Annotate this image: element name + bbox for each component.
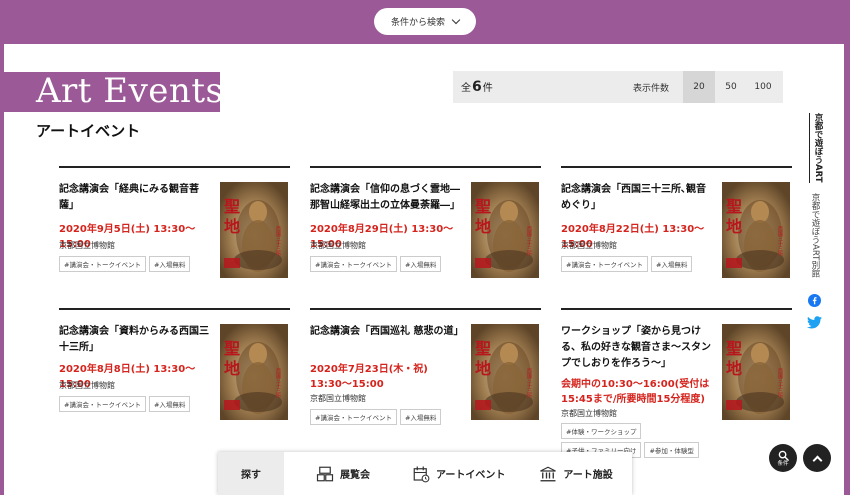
svg-text:西国三十三所: 西国三十三所 <box>777 368 783 399</box>
event-title[interactable]: 記念講演会「西国三十三所､観音めぐり」 <box>561 182 711 214</box>
event-tags: #講演会・トークイベント #入場無料 <box>310 256 460 272</box>
event-card[interactable]: 記念講演会「資料からみる西国三十三所」 2020年8月8日(土) 13:30〜1… <box>59 308 290 428</box>
search-fab-label: 条件 <box>777 460 789 467</box>
svg-text:西国三十三所: 西国三十三所 <box>275 226 281 257</box>
chevron-down-icon <box>451 15 461 24</box>
facebook-icon[interactable] <box>808 292 821 311</box>
bottom-nav-art-facilities-label: アート施設 <box>563 470 613 481</box>
event-tag[interactable]: #入場無料 <box>399 409 442 425</box>
svg-text:聖: 聖 <box>224 197 240 216</box>
event-title[interactable]: ワークショップ「姿から見つける、私の好きな観音さま〜スタンプでしおりを作ろう〜」 <box>561 324 711 372</box>
event-tags: #講演会・トークイベント #入場無料 <box>310 409 460 425</box>
back-to-top-button[interactable] <box>803 444 831 472</box>
event-poster-image[interactable]: 聖 地 西国三十三所 <box>722 182 790 278</box>
svg-text:聖: 聖 <box>475 339 491 358</box>
svg-text:地: 地 <box>224 359 240 378</box>
event-tags: #講演会・トークイベント #入場無料 <box>59 256 209 272</box>
search-fab-button[interactable]: 条件 <box>769 444 797 472</box>
event-tag[interactable]: #講演会・トークイベント <box>561 256 648 272</box>
per-page-option-50[interactable]: 50 <box>715 71 747 103</box>
event-poster-image[interactable]: 聖 地 西国三十三所 <box>220 324 288 420</box>
result-count: 全 6 件 <box>453 79 633 95</box>
event-venue: 京都国立博物館 <box>59 381 115 390</box>
event-tag[interactable]: #体験・ワークショップ <box>561 423 642 439</box>
per-page-label: 表示件数 <box>633 83 670 94</box>
event-title[interactable]: 記念講演会「信仰の息づく霊地―那智山経塚出土の立体曼荼羅―」 <box>310 182 460 214</box>
event-card[interactable]: 記念講演会「経典にみる観音菩薩」 2020年9月5日(土) 13:30〜15:0… <box>59 166 290 286</box>
bottom-nav-exhibitions[interactable]: 展覧会 <box>316 465 370 483</box>
event-venue: 京都国立博物館 <box>561 409 617 418</box>
page-title-jp: アートイベント <box>36 122 141 140</box>
filter-search-label: 条件から検索 <box>390 18 445 28</box>
result-count-number: 6 <box>472 79 482 95</box>
frame-right <box>844 44 850 495</box>
event-venue: 京都国立博物館 <box>310 394 366 403</box>
svg-text:地: 地 <box>726 217 742 236</box>
bottom-nav: 探す 展覧会 アートイベント アート施設 <box>218 452 632 495</box>
event-title[interactable]: 記念講演会「西国巡礼 慈悲の道」 <box>310 324 463 340</box>
bottom-nav-exhibitions-label: 展覧会 <box>340 470 370 481</box>
event-card[interactable]: 記念講演会「信仰の息づく霊地―那智山経塚出土の立体曼荼羅―」 2020年8月29… <box>310 166 541 286</box>
svg-text:地: 地 <box>475 217 491 236</box>
event-tag[interactable]: #講演会・トークイベント <box>59 396 146 412</box>
event-poster-image[interactable]: 聖 地 西国三十三所 <box>471 182 539 278</box>
exhibition-icon <box>316 466 334 481</box>
sidebar-tagline-main[interactable]: 京都で遊ぼうART <box>809 113 824 183</box>
page-title-en: Art Events <box>36 71 224 111</box>
event-date: 会期中の10:30〜16:00(受付は15:45まで/所要時間15分程度) <box>561 379 710 405</box>
event-poster-image[interactable]: 聖 地 西国三十三所 <box>722 324 790 420</box>
svg-text:地: 地 <box>726 359 742 378</box>
per-page-option-20[interactable]: 20 <box>683 71 715 103</box>
twitter-icon[interactable] <box>807 314 822 333</box>
event-tag[interactable]: #入場無料 <box>650 256 693 272</box>
svg-text:西国三十三所: 西国三十三所 <box>526 368 532 399</box>
bottom-nav-art-facilities[interactable]: アート施設 <box>539 465 613 483</box>
chevron-up-icon <box>812 455 822 465</box>
svg-text:聖: 聖 <box>224 339 240 358</box>
svg-text:西国三十三所: 西国三十三所 <box>777 226 783 257</box>
svg-text:西国三十三所: 西国三十三所 <box>526 226 532 257</box>
result-count-prefix: 全 <box>461 83 471 94</box>
event-venue: 京都国立博物館 <box>59 241 115 250</box>
filter-search-button[interactable]: 条件から検索 <box>374 8 476 35</box>
event-tags: #講演会・トークイベント #入場無料 <box>59 396 209 412</box>
event-poster-image[interactable]: 聖 地 西国三十三所 <box>220 182 288 278</box>
sidebar-tagline-sub[interactable]: 京都で遊ぼうART別館 <box>809 193 821 277</box>
event-tags: #講演会・トークイベント #入場無料 <box>561 256 711 272</box>
event-venue: 京都国立博物館 <box>561 241 617 250</box>
per-page-option-100[interactable]: 100 <box>747 71 779 103</box>
result-count-suffix: 件 <box>482 83 493 94</box>
event-tag[interactable]: #入場無料 <box>148 256 191 272</box>
event-title[interactable]: 記念講演会「資料からみる西国三十三所」 <box>59 324 209 356</box>
search-icon <box>778 450 789 461</box>
event-date: 2020年7月23日(木・祝) 13:30〜15:00 <box>310 364 428 390</box>
event-poster-image[interactable]: 聖 地 西国三十三所 <box>471 324 539 420</box>
event-tag[interactable]: #講演会・トークイベント <box>59 256 146 272</box>
svg-text:地: 地 <box>475 359 491 378</box>
event-tag[interactable]: #参加・体験型 <box>644 442 699 458</box>
svg-text:聖: 聖 <box>726 339 742 358</box>
results-toolbar: 全 6 件 表示件数 20 50 100 <box>453 71 783 103</box>
event-title[interactable]: 記念講演会「経典にみる観音菩薩」 <box>59 182 209 214</box>
bottom-nav-search[interactable]: 探す <box>218 452 284 495</box>
event-card[interactable]: ワークショップ「姿から見つける、私の好きな観音さま〜スタンプでしおりを作ろう〜」… <box>561 308 792 458</box>
event-card[interactable]: 記念講演会「西国巡礼 慈悲の道」 2020年7月23日(木・祝) 13:30〜1… <box>310 308 541 428</box>
svg-text:地: 地 <box>224 217 240 236</box>
svg-text:西国三十三所: 西国三十三所 <box>275 368 281 399</box>
event-tag[interactable]: #入場無料 <box>148 396 191 412</box>
calendar-icon <box>413 466 430 482</box>
svg-text:聖: 聖 <box>726 197 742 216</box>
bottom-nav-art-events-label: アートイベント <box>436 470 506 481</box>
event-tag[interactable]: #入場無料 <box>399 256 442 272</box>
museum-icon <box>540 466 557 481</box>
svg-text:聖: 聖 <box>475 197 491 216</box>
event-tag[interactable]: #講演会・トークイベント <box>310 409 397 425</box>
bottom-nav-art-events[interactable]: アートイベント <box>412 465 505 483</box>
event-card[interactable]: 記念講演会「西国三十三所､観音めぐり」 2020年8月22日(土) 13:30〜… <box>561 166 792 286</box>
event-tag[interactable]: #講演会・トークイベント <box>310 256 397 272</box>
event-venue: 京都国立博物館 <box>310 241 366 250</box>
